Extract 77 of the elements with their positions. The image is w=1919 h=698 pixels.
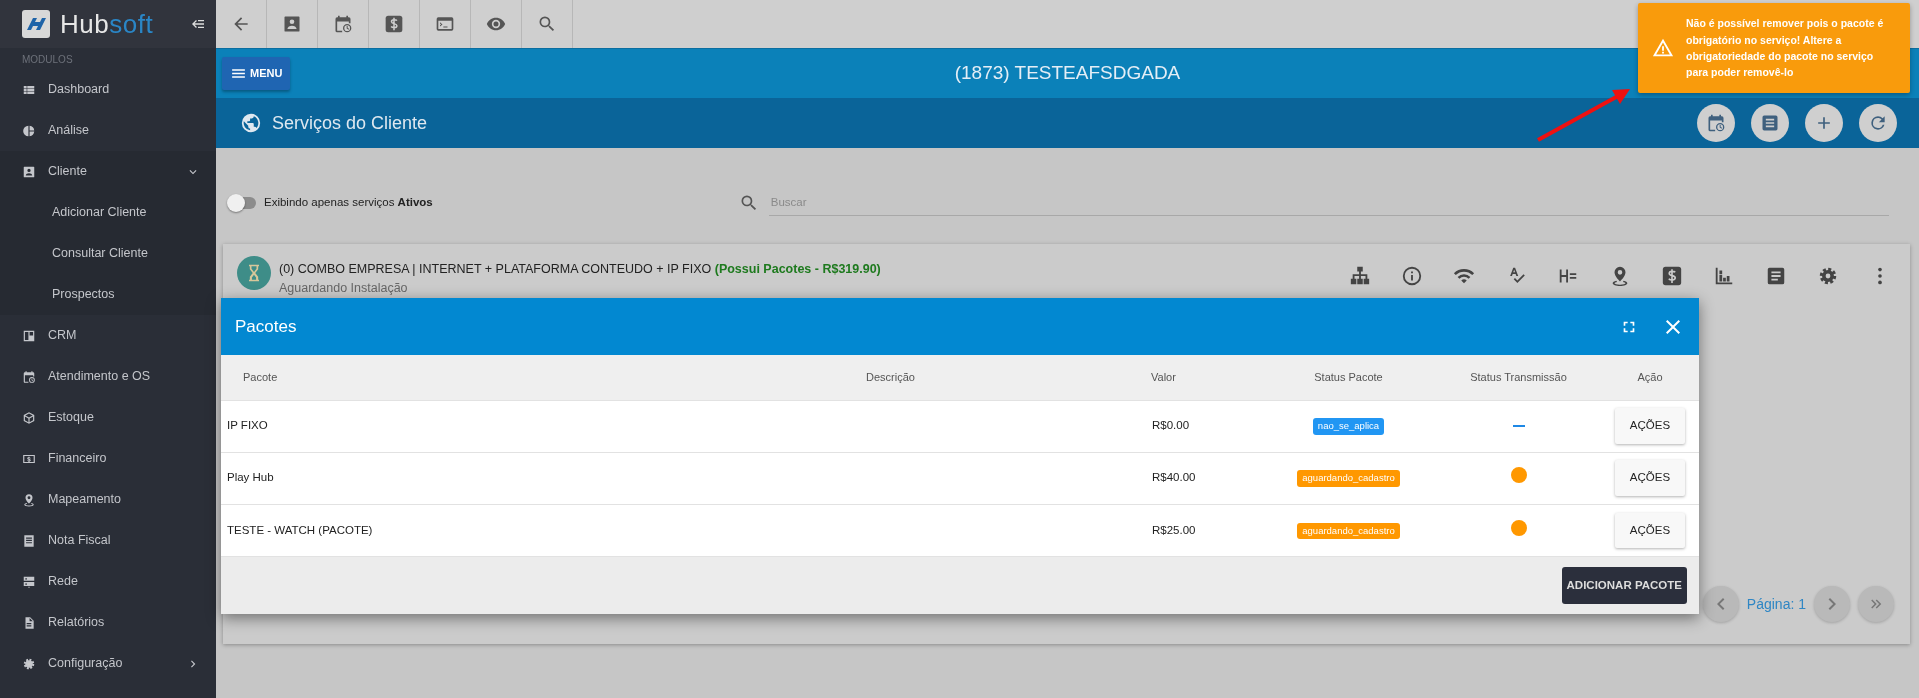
search-icon[interactable] (537, 14, 557, 34)
sidebar-item[interactable]: Dashboard (0, 69, 216, 110)
list-button[interactable] (1751, 104, 1789, 142)
info-icon[interactable] (1400, 265, 1423, 287)
table-cell: Play Hub (227, 471, 274, 484)
add-button[interactable] (1805, 104, 1843, 142)
table-cell: R$25.00 (1152, 523, 1196, 536)
board-icon (22, 328, 36, 343)
calendar-icon[interactable] (333, 14, 353, 34)
gear-icon (22, 656, 36, 671)
contact-icon (22, 164, 36, 179)
refresh-button[interactable] (1859, 104, 1897, 142)
table-cell: IP FIXO (227, 419, 268, 432)
service-title: (0) COMBO EMPRESA | INTERNET + PLATAFORMA CONTEUDO + IP FIXO (Possui Pacotes - R$319.90) (279, 261, 881, 278)
menu-button[interactable]: MENU (222, 57, 291, 90)
sidebar-item[interactable]: Estoque (0, 397, 216, 438)
table-cell: R$40.00 (1152, 471, 1196, 484)
toggle-label: Exibindo apenas serviços Ativos (264, 195, 433, 211)
actions-button[interactable]: AÇÕES (1614, 408, 1686, 444)
dollar-icon[interactable] (1660, 265, 1683, 287)
brand-name: Hubsoft (60, 7, 154, 41)
calendar-button[interactable] (1697, 104, 1735, 142)
column-header: Descrição (866, 355, 1151, 400)
section-title: Serviços do Cliente (272, 111, 428, 135)
column-header: Ação (1601, 355, 1699, 400)
sidebar-item[interactable]: Relatórios (0, 602, 216, 643)
sidebar-item[interactable]: CRM (0, 315, 216, 356)
status-tag: nao_se_aplica (1312, 418, 1385, 435)
terminal-icon[interactable] (435, 14, 455, 34)
sidebar-item[interactable]: Atendimento e OS (0, 356, 216, 397)
section-label: MODULOS (21, 53, 74, 67)
column-header: Valor (1151, 355, 1261, 400)
toggle-switch[interactable] (230, 197, 256, 209)
hourglass-avatar (237, 256, 271, 290)
pie-chart-icon (22, 123, 36, 138)
refresh-icon (1868, 113, 1888, 133)
cube-icon (22, 410, 36, 425)
search-field[interactable]: Buscar (768, 189, 1889, 217)
table-cell: R$0.00 (1152, 419, 1190, 432)
status-tag: aguardando_cadastro (1297, 470, 1400, 487)
document-icon (22, 533, 36, 548)
warning-icon (1652, 37, 1674, 59)
page-label: Página: 1 (1746, 594, 1806, 614)
actions-button[interactable]: AÇÕES (1614, 512, 1686, 548)
pin-icon (22, 492, 36, 507)
column-header: Pacote (221, 355, 866, 400)
toast-message: Não é possível remover pois o pacote é obrigatório no serviço! Altere a obrigatoriedade do pacote no serviço para poder removê-lo (1686, 16, 1885, 81)
sidebar-subitem[interactable]: Prospectos (0, 274, 216, 315)
chevron-right-icon (1828, 598, 1836, 610)
status-tag: aguardando_cadastro (1297, 522, 1400, 539)
list-icon (1760, 113, 1780, 133)
column-header: Status Transmissão (1436, 355, 1601, 400)
dialog-title: Pacotes (235, 315, 298, 338)
service-status: Aguardando Instalação (279, 279, 409, 297)
globe-icon (240, 112, 262, 134)
sidebar-subitem[interactable]: Adicionar Cliente (0, 192, 216, 233)
calendar-icon (1706, 113, 1726, 133)
sidebar-item[interactable]: Rede (0, 561, 216, 602)
sidebar-item[interactable]: Financeiro (0, 438, 216, 479)
dollar-icon[interactable] (384, 14, 404, 34)
sidebar-item[interactable]: Cliente (0, 151, 216, 192)
chevron-left-icon (1716, 598, 1725, 610)
contact-icon[interactable] (282, 14, 302, 34)
calendar-icon (22, 369, 36, 384)
sidebar-item[interactable]: Nota Fiscal (0, 520, 216, 561)
server-icon (22, 574, 36, 589)
actions-button[interactable]: AÇÕES (1614, 460, 1686, 496)
client-title: (1873) TESTEAFSDGADA (954, 62, 1181, 84)
logo-icon (22, 10, 50, 38)
sidebar-item[interactable]: Mapeamento (0, 479, 216, 520)
sidebar-item[interactable]: Configuração (0, 643, 216, 684)
add-package-button[interactable]: ADICIONAR PACOTE (1561, 566, 1687, 605)
table-cell: TESTE - WATCH (PACOTE) (227, 523, 373, 536)
sidebar-subitem[interactable]: Consultar Cliente (0, 233, 216, 274)
sidebar-item[interactable]: Análise (0, 110, 216, 151)
column-header: Status Pacote (1261, 355, 1436, 400)
sitemap-icon[interactable] (1348, 265, 1371, 287)
